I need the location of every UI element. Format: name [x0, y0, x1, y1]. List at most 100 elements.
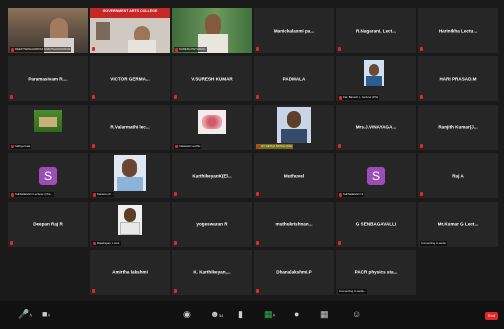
connecting-audio-status: Connecting to audio...	[338, 288, 368, 294]
participant-tile[interactable]: Manickalaxmi pa...	[254, 8, 334, 53]
participant-tile[interactable]: Paramasivam R....	[8, 56, 88, 102]
participant-name: VICTOR GERMA...	[110, 76, 150, 82]
participant-tile[interactable]: PADMALA	[254, 56, 334, 102]
participant-tile[interactable]: Saravan (C...	[90, 153, 170, 199]
participant-tile[interactable]: G SENBAGAVALLI	[336, 201, 416, 247]
end-meeting-button[interactable]: End	[485, 312, 498, 320]
muted-mic-icon	[175, 144, 178, 149]
participant-name-tag: Subhalakshmi S	[338, 192, 365, 198]
participant-name: Raj A	[452, 173, 464, 179]
microphone-icon[interactable]: 🎤˄	[18, 309, 32, 321]
participant-tile[interactable]: V.SURESH KUMAR	[172, 56, 252, 102]
participant-name: Deepan Raj R	[33, 221, 63, 227]
participant-photo-flowers	[202, 114, 222, 129]
participant-tile[interactable]: Kat. Banesh L. lecturer (Phi)	[336, 56, 416, 102]
security-icon[interactable]: ◉	[183, 309, 191, 319]
muted-mic-icon	[92, 288, 95, 293]
participant-tile[interactable]: GT GETHA NATALLONE	[254, 104, 334, 150]
participant-tile[interactable]: Rajalingam L Gok.	[90, 201, 170, 247]
muted-mic-icon	[257, 144, 260, 149]
participant-name-tag: SURESH PETHAVAL	[174, 47, 207, 52]
participant-tile[interactable]: S Subbalakshmi Lecturer (Che...	[8, 153, 88, 199]
participant-tile[interactable]: S Subhalakshmi S	[336, 153, 416, 199]
participant-name-tag: GT GETHA NATALLONE	[256, 143, 294, 149]
muted-mic-icon	[256, 192, 259, 197]
participant-shirt	[366, 76, 382, 87]
participant-tile[interactable]: yogeswaran R	[172, 201, 252, 247]
participant-tile[interactable]: Raj A	[418, 153, 498, 199]
participant-tile[interactable]: Harinikha Lectu...	[418, 8, 498, 53]
muted-mic-icon	[420, 192, 423, 197]
participant-shirt	[120, 221, 140, 235]
participant-name: Harinikha Lectu...	[438, 28, 478, 33]
chat-icon[interactable]: ▮	[238, 309, 243, 319]
participant-tile[interactable]: KarthikeyanK(El...	[172, 153, 252, 199]
participant-name: Mrs.J.VINAYAGA...	[355, 124, 397, 130]
muted-mic-icon	[175, 48, 178, 52]
participant-name: R.Valarmathi lec...	[110, 124, 150, 130]
gallery-grid: DEEP PEDHAVARDHI ANANTHASAYANAM GOVERNME…	[8, 8, 498, 295]
participant-name: Manickalaxmi pa...	[273, 28, 315, 33]
participant-name-tag: Kat. Banesh L. lecturer (Phi)	[338, 95, 380, 101]
participant-tile[interactable]: HARI PRASAD.M	[418, 56, 498, 102]
muted-mic-icon	[93, 241, 96, 246]
participant-tile[interactable]: VICTOR GERMA...	[90, 56, 170, 102]
muted-mic-icon	[338, 47, 341, 51]
participant-name: G SENBAGAVALLI	[355, 221, 397, 227]
participant-tile[interactable]: R.Valarmathi lec...	[90, 104, 170, 150]
participants-icon[interactable]: ☻ 54	[210, 309, 223, 319]
participant-tile[interactable]: Ranjith Kumar(J...	[418, 104, 498, 150]
participant-tile[interactable]: Mr.Kumar G Lect... Connecting to audio	[418, 201, 498, 247]
participant-name: R.Nagarani, Lect...	[355, 28, 397, 33]
muted-mic-icon	[420, 47, 423, 51]
participant-tile[interactable]: Mrs.J.VINAYAGA...	[336, 104, 416, 150]
avatar: S	[367, 166, 385, 185]
participant-shirt	[128, 40, 156, 53]
participant-tile[interactable]: DEEP PEDHAVARDHI ANANTHASAYANAM	[8, 8, 88, 53]
muted-mic-icon	[338, 240, 341, 245]
muted-mic-icon	[256, 47, 259, 51]
participant-tile[interactable]: R.Nagarani, Lect...	[336, 8, 416, 53]
participant-tile[interactable]: Muthuvel	[254, 153, 334, 199]
participant-tile[interactable]: GOVERNMENT ARTS COLLEGE	[90, 8, 170, 53]
participant-name: HARI PRASAD.M	[439, 76, 477, 82]
avatar: S	[39, 166, 57, 185]
muted-mic-icon	[92, 143, 95, 148]
participant-name: Mr.Kumar G Lect...	[437, 221, 479, 227]
video-camera-icon[interactable]: ■˄	[42, 309, 50, 321]
participant-name: PADMALA	[282, 76, 306, 82]
participant-tile[interactable]: Kalaiselvi Lecthic	[172, 104, 252, 150]
participant-tile[interactable]: Amirtha lakshmi	[90, 249, 170, 295]
muted-mic-icon	[92, 95, 95, 100]
participant-name: muthukrishnan...	[275, 221, 313, 227]
participant-tile[interactable]: K. Karthikeyan,...	[172, 249, 252, 295]
reactions-icon[interactable]: ☺	[352, 309, 361, 319]
muted-mic-icon	[339, 193, 342, 197]
muted-mic-icon	[93, 193, 96, 197]
breakout-rooms-icon[interactable]: ▦	[320, 309, 329, 319]
participant-face	[287, 110, 301, 128]
participant-tile[interactable]: Dhanalakshmi.P	[254, 249, 334, 295]
share-screen-icon[interactable]: ▦˄	[264, 309, 275, 321]
muted-mic-icon	[256, 95, 259, 100]
muted-mic-icon	[420, 143, 423, 148]
participant-name-tag: Rajalingam L Gok.	[92, 240, 121, 246]
participant-face	[205, 14, 221, 36]
participant-photo	[96, 22, 110, 40]
participant-tile[interactable]: Sathya Kala	[8, 104, 88, 150]
muted-mic-icon	[174, 288, 177, 293]
participant-face	[122, 159, 137, 178]
participant-tile[interactable]: PACR physics sta... Connecting to audio.…	[336, 249, 416, 295]
muted-mic-icon	[338, 143, 341, 148]
muted-mic-icon	[174, 95, 177, 100]
participant-face	[124, 207, 136, 222]
muted-mic-icon	[256, 288, 259, 293]
participant-tile[interactable]: SURESH PETHAVAL	[172, 8, 252, 53]
participant-tile[interactable]: Deepan Raj R	[8, 201, 88, 247]
record-icon[interactable]: ●	[294, 309, 299, 319]
participant-tile[interactable]: muthukrishnan...	[254, 201, 334, 247]
participant-name-tag: Kalaiselvi Lecthic	[174, 143, 202, 149]
participant-name: KarthikeyanK(El...	[192, 173, 232, 179]
participant-name: yogeswaran R	[196, 221, 228, 227]
banner-text: GOVERNMENT ARTS COLLEGE	[102, 9, 158, 13]
